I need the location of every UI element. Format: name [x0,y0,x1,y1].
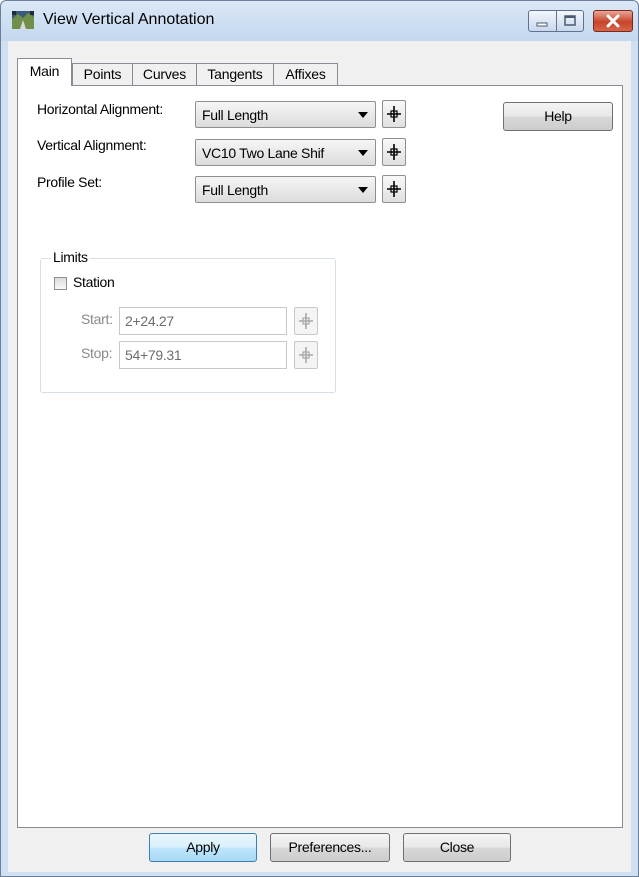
stop-label: Stop: [81,345,113,361]
maximize-button[interactable] [556,10,584,32]
maximize-icon [564,15,576,26]
stop-pick-button[interactable] [294,341,318,369]
tab-affixes[interactable]: Affixes [273,63,338,85]
close-window-button[interactable] [593,10,633,32]
chevron-down-icon [358,112,368,118]
horizontal-alignment-label: Horizontal Alignment: [37,101,163,117]
tab-curves[interactable]: Curves [132,63,197,85]
tab-tangents[interactable]: Tangents [196,63,274,85]
horizontal-alignment-pick-button[interactable] [382,100,406,128]
close-icon [606,14,620,28]
window-title: View Vertical Annotation [43,11,215,28]
dialog-body: Main Points Curves Tangents Affixes Hori… [8,41,631,872]
preferences-button[interactable]: Preferences... [270,833,390,862]
crosshair-icon [299,347,313,363]
start-station-field[interactable]: 2+24.27 [119,307,287,335]
help-button[interactable]: Help [503,102,613,131]
crosshair-icon [299,313,313,329]
limits-group-title: Limits [51,249,90,265]
profile-set-pick-button[interactable] [382,175,406,203]
profile-set-label: Profile Set: [37,174,102,190]
main-tab-panel: Horizontal Alignment: Full Length Help V… [17,85,623,828]
vertical-alignment-label: Vertical Alignment: [37,137,147,153]
close-button[interactable]: Close [403,833,511,862]
tab-points[interactable]: Points [72,63,133,85]
horizontal-alignment-value: Full Length [202,107,268,123]
vertical-alignment-select[interactable]: VC10 Two Lane Shif [195,139,376,166]
tab-main[interactable]: Main [17,58,72,86]
stop-station-field[interactable]: 54+79.31 [119,341,287,369]
road-profile-icon [12,11,34,29]
limits-group: Limits Station Start: 2+24.27 Stop: 54+7… [40,249,336,393]
profile-set-select[interactable]: Full Length [195,176,376,203]
start-label: Start: [81,311,113,327]
crosshair-icon [387,181,401,197]
minimize-button[interactable] [528,10,557,32]
horizontal-alignment-select[interactable]: Full Length [195,101,376,128]
crosshair-icon [387,144,401,160]
chevron-down-icon [358,150,368,156]
profile-set-value: Full Length [202,182,268,198]
apply-button[interactable]: Apply [149,833,257,862]
chevron-down-icon [358,187,368,193]
minimize-icon [536,22,548,27]
station-checkbox[interactable] [54,277,67,290]
crosshair-icon [387,106,401,122]
station-label: Station [73,274,115,290]
vertical-alignment-value: VC10 Two Lane Shif [202,145,324,161]
title-bar[interactable]: View Vertical Annotation [1,1,638,41]
dialog-window: View Vertical Annotation Main Points Cur… [0,0,639,877]
start-pick-button[interactable] [294,307,318,335]
vertical-alignment-pick-button[interactable] [382,138,406,166]
